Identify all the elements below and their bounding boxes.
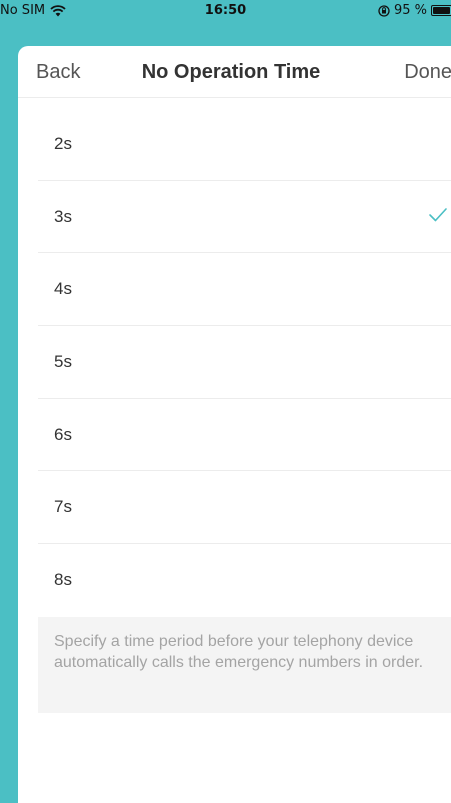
- option-4s[interactable]: 4s: [38, 253, 451, 327]
- option-label: 2s: [54, 134, 72, 153]
- orientation-lock-icon: [378, 4, 390, 17]
- status-bar: No SIM 16:50 95 %: [0, 0, 451, 22]
- option-label: 6s: [54, 424, 72, 444]
- option-label: 8s: [54, 570, 72, 590]
- option-label: 5s: [54, 352, 72, 372]
- done-button[interactable]: Done: [404, 61, 451, 84]
- battery-percent: 95 %: [393, 3, 427, 18]
- navigation-bar: Back No Operation Time Done: [18, 46, 451, 98]
- option-label: 4s: [54, 279, 72, 299]
- option-label: 7s: [54, 497, 72, 517]
- time-options-list: 2s 3s 4s 5s 6s 7s 8s: [18, 108, 451, 617]
- option-label: 3s: [54, 206, 72, 226]
- option-5s[interactable]: 5s: [38, 326, 451, 399]
- checkmark-icon: [428, 207, 448, 228]
- modal-sheet: Back No Operation Time Done 2s 3s 4s 5s …: [18, 46, 451, 803]
- status-right: 95 %: [378, 3, 451, 18]
- option-3s[interactable]: 3s: [38, 181, 451, 254]
- footer-note: Specify a time period before your teleph…: [38, 617, 451, 713]
- option-6s[interactable]: 6s: [38, 399, 451, 472]
- option-2s[interactable]: 2s: [38, 108, 451, 181]
- option-7s[interactable]: 7s: [38, 471, 451, 545]
- option-8s[interactable]: 8s: [38, 544, 451, 617]
- battery-icon: [431, 5, 451, 16]
- page-title: No Operation Time: [141, 61, 321, 83]
- battery-fill: [433, 7, 451, 14]
